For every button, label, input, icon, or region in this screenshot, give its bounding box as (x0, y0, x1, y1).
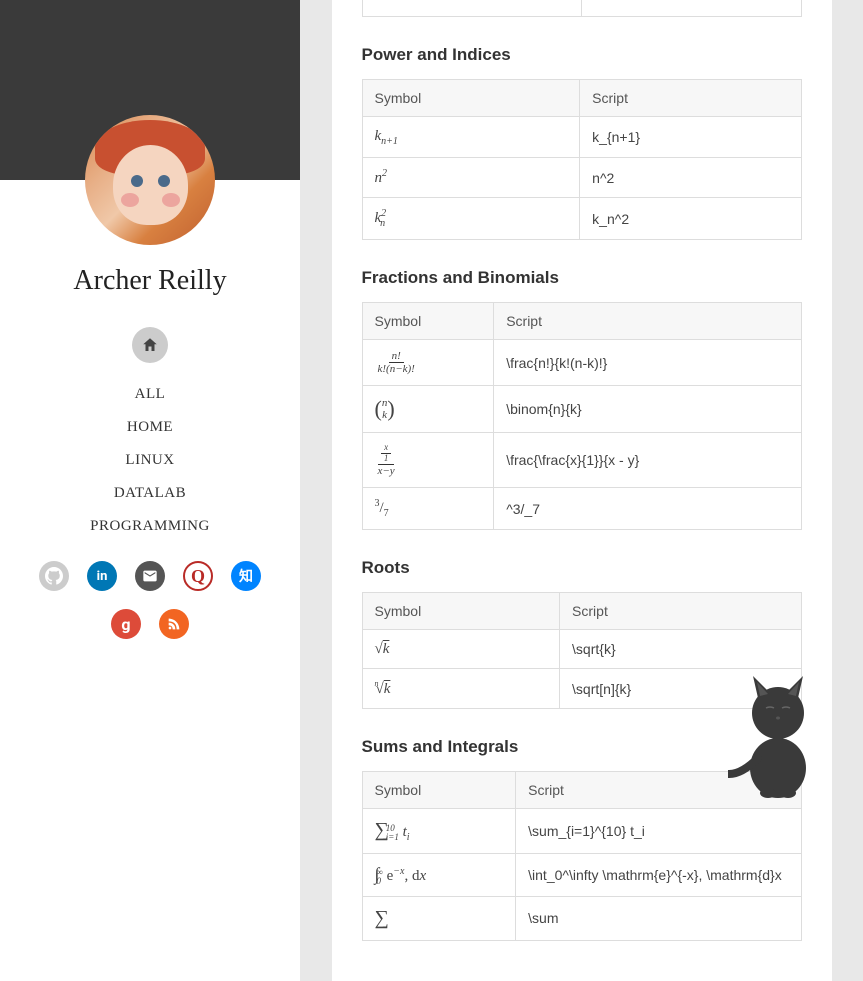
rss-icon[interactable] (159, 609, 189, 639)
avatar[interactable] (85, 115, 215, 245)
table-fractions-binomials: Symbol Script n!k!(n−k)! \frac{n!}{k!(n-… (362, 302, 802, 530)
main-content: Power and Indices Symbol Script kn+1 k_{… (332, 0, 832, 981)
table-row: ∫∞0 e−x, dx \int_0^\infty \mathrm{e}^{-x… (362, 854, 801, 897)
table-row: n!k!(n−k)! \frac{n!}{k!(n-k)!} (362, 340, 801, 386)
script-cell: \int_0^\infty \mathrm{e}^{-x}, \mathrm{d… (516, 854, 801, 897)
symbol-cell: k2n (362, 198, 580, 240)
sidebar-header (0, 0, 300, 180)
th-script: Script (580, 80, 801, 117)
table-row: ∑ \sum (362, 896, 801, 940)
symbol-cell: (nk) (362, 386, 494, 433)
th-script: Script (516, 772, 801, 809)
script-cell: ^3/_7 (494, 488, 801, 530)
profile-name: Archer Reilly (73, 265, 226, 297)
symbol-cell: ∫∞0 e−x, dx (362, 854, 516, 897)
nav-item-linux[interactable]: LINUX (90, 444, 210, 477)
th-symbol: Symbol (362, 80, 580, 117)
symbol-cell: n√k (362, 669, 560, 709)
table-partial-top (362, 0, 802, 17)
table-row: k2n k_n^2 (362, 198, 801, 240)
table-row: 3/7 ^3/_7 (362, 488, 801, 530)
table-roots: Symbol Script √k \sqrt{k} n√k \sqrt[n]{k… (362, 592, 802, 709)
email-icon[interactable] (135, 561, 165, 591)
table-row: (nk) \binom{n}{k} (362, 386, 801, 433)
section-title-fractions: Fractions and Binomials (362, 268, 802, 288)
zhihu-icon[interactable]: 知 (231, 561, 261, 591)
symbol-cell: ∑10i=1 ti (362, 809, 516, 854)
symbol-cell: ∑ (362, 896, 516, 940)
script-cell: n^2 (580, 158, 801, 198)
linkedin-icon[interactable]: in (87, 561, 117, 591)
script-cell: \binom{n}{k} (494, 386, 801, 433)
script-cell: \sqrt[n]{k} (560, 669, 801, 709)
section-title-roots: Roots (362, 558, 802, 578)
th-script: Script (560, 593, 801, 630)
script-cell: \sqrt{k} (560, 630, 801, 669)
quora-icon[interactable]: Q (183, 561, 213, 591)
nav-item-datalab[interactable]: DATALAB (90, 477, 210, 510)
home-icon[interactable] (132, 327, 168, 363)
table-row: n√k \sqrt[n]{k} (362, 669, 801, 709)
google-icon[interactable]: g (111, 609, 141, 639)
symbol-cell: n!k!(n−k)! (362, 340, 494, 386)
th-script: Script (494, 303, 801, 340)
nav-item-programming[interactable]: PROGRAMMING (90, 510, 210, 543)
sidebar: Archer Reilly ALL HOME LINUX DATALAB PRO… (0, 0, 300, 981)
th-symbol: Symbol (362, 772, 516, 809)
symbol-cell: n2 (362, 158, 580, 198)
table-sums-integrals: Symbol Script ∑10i=1 ti \sum_{i=1}^{10} … (362, 771, 802, 941)
script-cell: k_n^2 (580, 198, 801, 240)
table-row: x1x−y \frac{\frac{x}{1}}{x - y} (362, 433, 801, 488)
script-cell: \frac{\frac{x}{1}}{x - y} (494, 433, 801, 488)
content-wrapper: Power and Indices Symbol Script kn+1 k_{… (300, 0, 863, 981)
script-cell: \sum (516, 896, 801, 940)
symbol-cell: √k (362, 630, 560, 669)
table-row: √k \sqrt{k} (362, 630, 801, 669)
symbol-cell: 3/7 (362, 488, 494, 530)
script-cell: k_{n+1} (580, 117, 801, 158)
nav-list: ALL HOME LINUX DATALAB PROGRAMMING (90, 378, 210, 543)
th-symbol: Symbol (362, 593, 560, 630)
th-symbol: Symbol (362, 303, 494, 340)
github-icon[interactable] (39, 561, 69, 591)
nav-item-all[interactable]: ALL (90, 378, 210, 411)
table-row: ∑10i=1 ti \sum_{i=1}^{10} t_i (362, 809, 801, 854)
table-row: kn+1 k_{n+1} (362, 117, 801, 158)
section-title-sums: Sums and Integrals (362, 737, 802, 757)
section-title-power: Power and Indices (362, 45, 802, 65)
nav-item-home[interactable]: HOME (90, 411, 210, 444)
symbol-cell: kn+1 (362, 117, 580, 158)
symbol-cell: x1x−y (362, 433, 494, 488)
social-links: in Q 知 g (30, 561, 270, 639)
script-cell: \frac{n!}{k!(n-k)!} (494, 340, 801, 386)
table-power-indices: Symbol Script kn+1 k_{n+1} n2 n^2 k2n k_… (362, 79, 802, 240)
script-cell: \sum_{i=1}^{10} t_i (516, 809, 801, 854)
table-row: n2 n^2 (362, 158, 801, 198)
